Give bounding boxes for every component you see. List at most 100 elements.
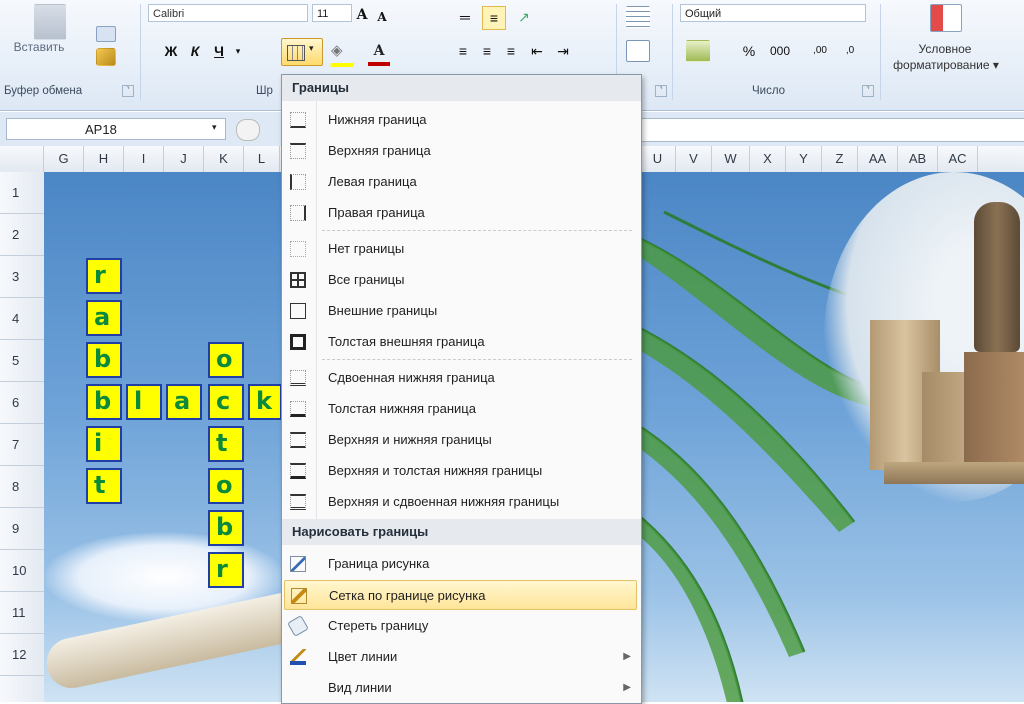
column-header-i[interactable]: I [124,146,164,172]
underline-button[interactable]: Ч [208,40,230,62]
row-header-1[interactable]: 1 [0,172,44,214]
row-header-3[interactable]: 3 [0,256,44,298]
row-header-4[interactable]: 4 [0,298,44,340]
menu-item-erase-border[interactable]: Стереть границу [282,611,641,641]
crossword-cell[interactable]: b [86,342,122,378]
row-header-12[interactable]: 12 [0,634,44,676]
row-header-6[interactable]: 6 [0,382,44,424]
percent-button[interactable]: % [738,40,760,62]
wrap-text-icon[interactable] [626,6,650,28]
menu-item-thick-outside-border[interactable]: Толстая внешняя граница [282,327,641,357]
underline-dropdown-icon[interactable]: ▾ [232,40,244,62]
conditional-formatting-icon[interactable] [930,4,962,32]
column-header-w[interactable]: W [712,146,750,172]
menu-item-draw-border-grid[interactable]: Сетка по границе рисунка [284,580,637,610]
clipboard-launcher[interactable]: ⌝ [122,85,134,97]
fill-color-icon[interactable]: ◈ [330,40,354,67]
menu-item-bottom-border[interactable]: Нижняя граница [282,105,641,135]
paste-icon[interactable] [34,4,66,40]
crossword-cell[interactable]: t [208,426,244,462]
copy-icon[interactable] [96,26,116,42]
menu-item-draw-border[interactable]: Граница рисунка [282,549,641,579]
menu-item-right-border[interactable]: Правая граница [282,198,641,228]
crossword-cell[interactable]: r [208,552,244,588]
number-format-box[interactable]: Общий [680,4,866,22]
menu-item-top-border[interactable]: Верхняя граница [282,136,641,166]
align-right-icon[interactable]: ≡ [500,40,522,62]
italic-button[interactable]: К [184,40,206,62]
format-painter-icon[interactable] [96,48,116,66]
name-box-dropdown-icon[interactable]: ▾ [212,122,217,133]
name-box[interactable]: AP18 [6,118,226,140]
menu-item-top-thick-bottom-border[interactable]: Верхняя и толстая нижняя границы [282,456,641,486]
borders-button[interactable]: ▾ [281,38,323,66]
row-header-8[interactable]: 8 [0,466,44,508]
menu-item-top-double-bottom-border[interactable]: Верхняя и сдвоенная нижняя границы [282,487,641,517]
menu-item-thick-bottom-border[interactable]: Толстая нижняя граница [282,394,641,424]
orientation-icon[interactable]: ↗ [512,6,536,28]
column-header-v[interactable]: V [676,146,712,172]
align-top-icon[interactable]: ═ [454,6,476,28]
crossword-cell[interactable]: k [248,384,282,420]
column-header-ac[interactable]: AC [938,146,978,172]
crossword-cell[interactable]: l [126,384,162,420]
formula-input[interactable] [636,118,1024,142]
column-header-ab[interactable]: AB [898,146,938,172]
conditional-formatting-label2[interactable]: форматирование ▾ [868,54,1024,76]
align-left-icon[interactable]: ≡ [452,40,474,62]
font-color-icon[interactable]: A [368,40,390,66]
align-center-icon[interactable]: ≡ [476,40,498,62]
column-header-l[interactable]: L [244,146,280,172]
increase-indent-icon[interactable]: ⇥ [552,40,574,62]
grow-font-icon[interactable]: A [352,4,372,26]
bold-button[interactable]: Ж [160,40,182,62]
crossword-cell[interactable]: b [208,510,244,546]
menu-item-all-borders[interactable]: Все границы [282,265,641,295]
increase-decimal-button[interactable]: ,00 [806,40,834,62]
crossword-cell[interactable]: o [208,468,244,504]
thousands-button[interactable]: 000 [764,40,796,62]
font-size-box[interactable]: 11 [312,4,352,22]
crossword-cell[interactable]: c [208,384,244,420]
shrink-font-icon[interactable]: A [374,6,390,28]
column-header-h[interactable]: H [84,146,124,172]
menu-item-outside-borders[interactable]: Внешние границы [282,296,641,326]
merge-center-icon[interactable] [626,40,650,62]
select-all-corner[interactable] [0,146,44,172]
font-name-box[interactable]: Calibri [148,4,308,22]
row-header-2[interactable]: 2 [0,214,44,256]
column-header-z[interactable]: Z [822,146,858,172]
column-header-y[interactable]: Y [786,146,822,172]
number-launcher[interactable]: ⌝ [862,85,874,97]
column-header-g[interactable]: G [44,146,84,172]
function-icon[interactable] [236,119,260,141]
decrease-indent-icon[interactable]: ⇤ [526,40,548,62]
crossword-cell[interactable]: b [86,384,122,420]
align-middle-icon[interactable]: ≡ [482,6,506,30]
menu-item-top-bottom-border[interactable]: Верхняя и нижняя границы [282,425,641,455]
row-header-7[interactable]: 7 [0,424,44,466]
column-header-u[interactable]: U [640,146,676,172]
column-header-x[interactable]: X [750,146,786,172]
crossword-cell[interactable]: t [86,468,122,504]
row-header-9[interactable]: 9 [0,508,44,550]
crossword-cell[interactable]: o [208,342,244,378]
column-header-k[interactable]: K [204,146,244,172]
row-header-11[interactable]: 11 [0,592,44,634]
crossword-cell[interactable]: r [86,258,122,294]
menu-item-left-border[interactable]: Левая граница [282,167,641,197]
menu-item-line-style[interactable]: Вид линии ▶ [282,673,641,703]
row-header-5[interactable]: 5 [0,340,44,382]
crossword-cell[interactable]: a [86,300,122,336]
row-header-10[interactable]: 10 [0,550,44,592]
column-header-j[interactable]: J [164,146,204,172]
column-header-aa[interactable]: AA [858,146,898,172]
menu-item-no-border[interactable]: Нет границы [282,234,641,264]
alignment-launcher[interactable]: ⌝ [655,85,667,97]
paste-button-label[interactable]: Вставить [4,36,74,58]
crossword-cell[interactable]: a [166,384,202,420]
menu-item-line-color[interactable]: Цвет линии ▶ [282,642,641,672]
decrease-decimal-button[interactable]: ,0 [836,40,864,62]
crossword-cell[interactable]: i [86,426,122,462]
menu-item-double-bottom-border[interactable]: Сдвоенная нижняя граница [282,363,641,393]
